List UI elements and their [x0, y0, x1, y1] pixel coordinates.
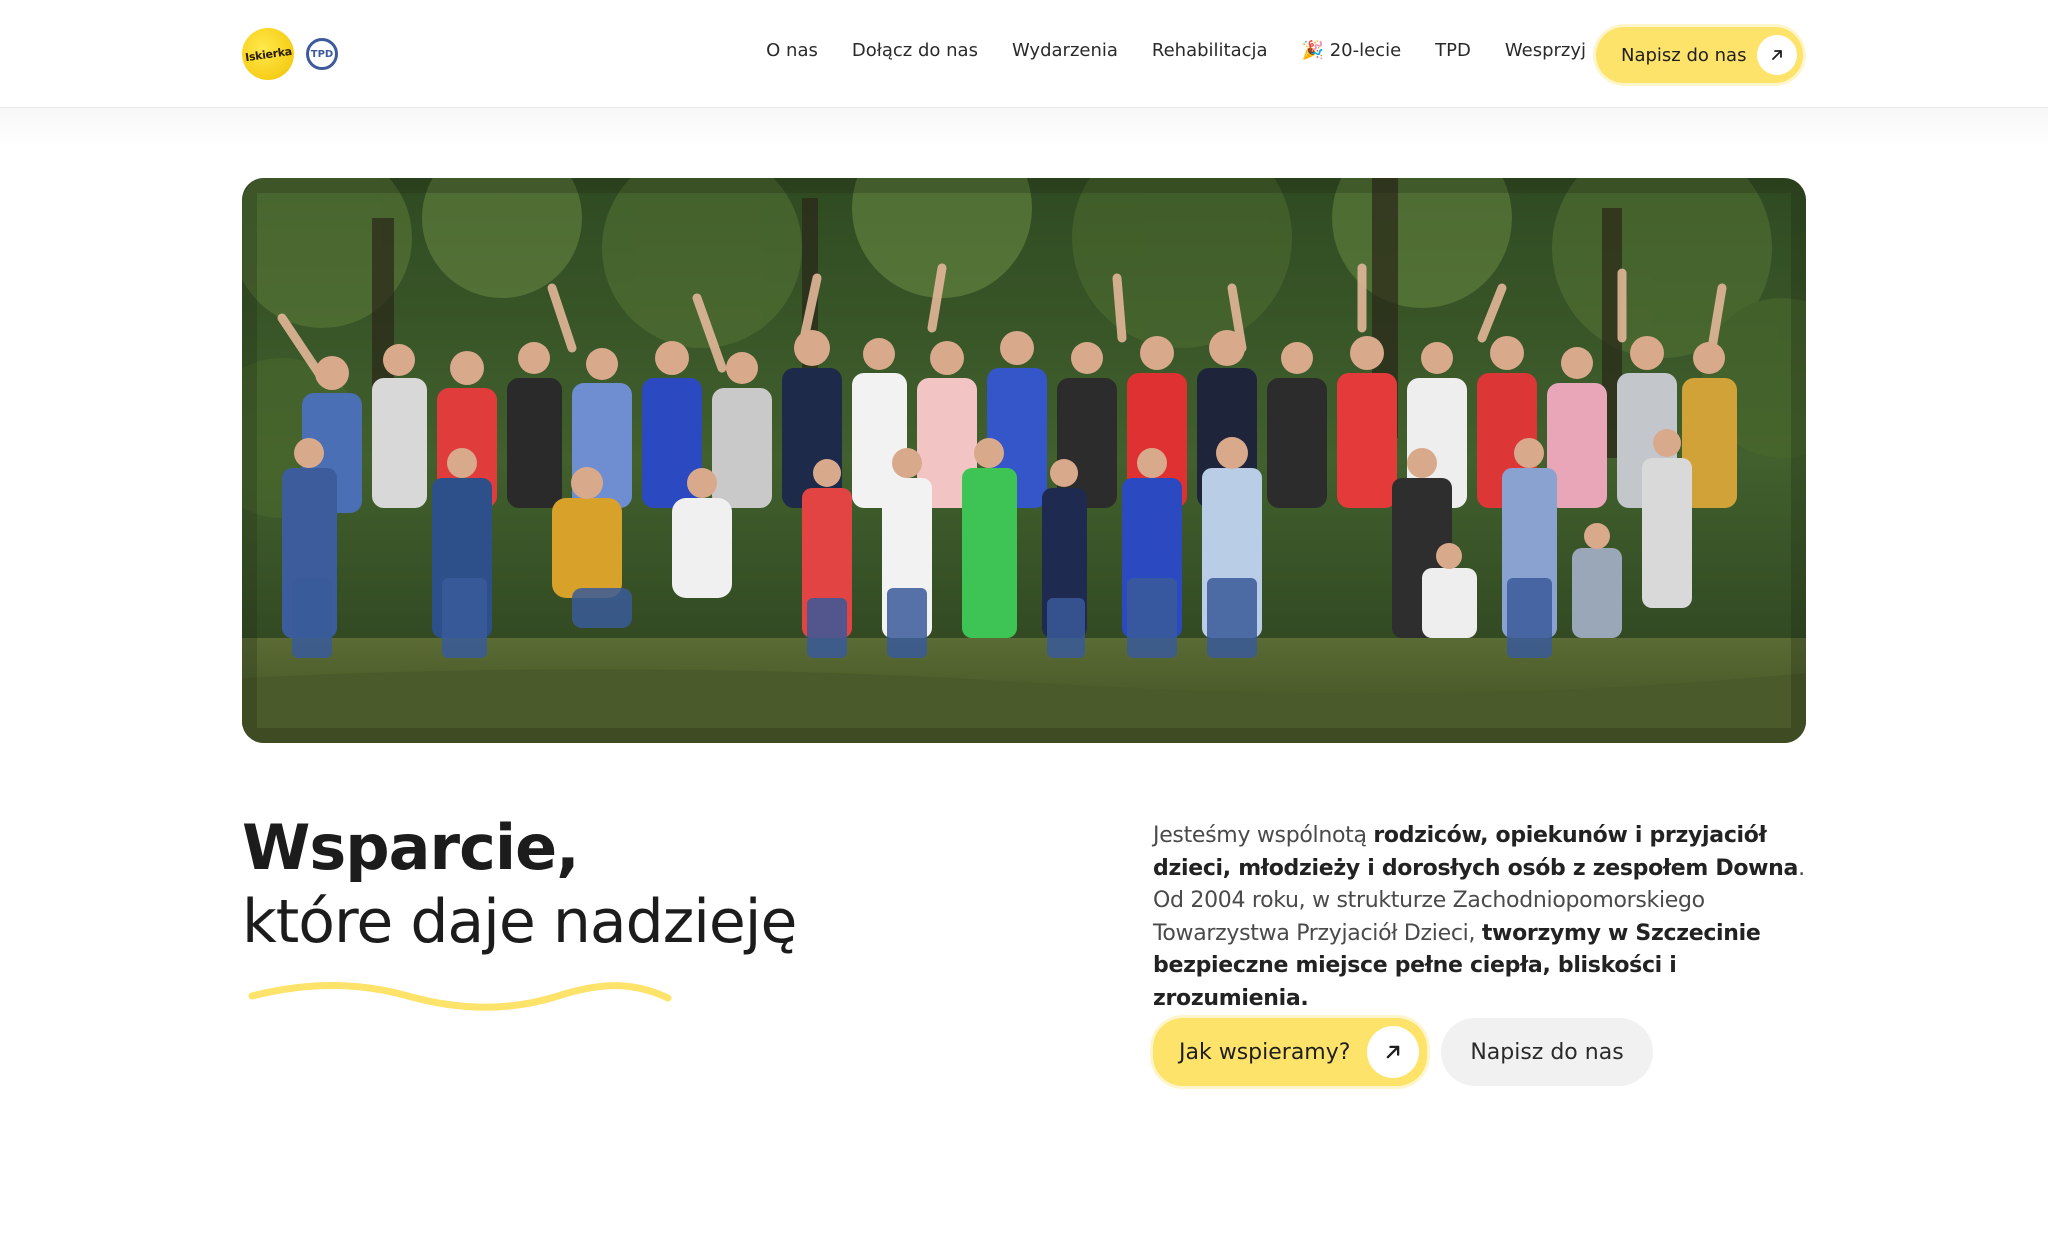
how-we-support-label: Jak wspieramy? — [1179, 1039, 1351, 1065]
tpd-logo-text: TPD — [310, 48, 334, 60]
headline-light: które daje nadzieję — [242, 887, 797, 957]
hero-photo-illustration — [242, 178, 1806, 743]
arrow-up-right-icon — [1367, 1026, 1419, 1078]
nav-item-rehabilitacja[interactable]: Rehabilitacja — [1152, 40, 1268, 61]
header-contact-button[interactable]: Napisz do nas — [1596, 27, 1803, 83]
header-contact-label: Napisz do nas — [1621, 44, 1747, 66]
nav-item-dolacz[interactable]: Dołącz do nas — [852, 40, 978, 61]
cta-row: Jak wspieramy? Napisz do nas — [1153, 1018, 1653, 1086]
site-header: Iskierka TPD O nas Dołącz do nas Wydarze… — [0, 0, 2048, 108]
main-nav: O nas Dołącz do nas Wydarzenia Rehabilit… — [766, 40, 1586, 61]
nav-item-wydarzenia[interactable]: Wydarzenia — [1012, 40, 1118, 61]
nav-item-wesprzyj[interactable]: Wesprzyj — [1505, 40, 1586, 61]
decorative-squiggle — [248, 982, 672, 1011]
logo-text: Iskierka — [243, 44, 293, 64]
arrow-up-right-icon — [1757, 35, 1797, 75]
how-we-support-button[interactable]: Jak wspieramy? — [1153, 1018, 1427, 1086]
nav-item-o-nas[interactable]: O nas — [766, 40, 818, 61]
iskierka-logo[interactable]: Iskierka — [242, 28, 294, 80]
contact-button[interactable]: Napisz do nas — [1441, 1018, 1653, 1086]
intro-description: Jesteśmy wspólnotą rodziców, opiekunów i… — [1153, 820, 1813, 1015]
headline-strong: Wsparcie, — [242, 811, 580, 884]
contact-button-label: Napisz do nas — [1470, 1039, 1624, 1065]
hero-headline: Wsparcie, które daje nadzieję — [242, 810, 797, 958]
hero-group-photo — [242, 178, 1806, 743]
header-shadow — [0, 108, 2048, 148]
logo-group[interactable]: Iskierka TPD — [242, 28, 338, 80]
nav-item-20-lecie[interactable]: 🎉 20-lecie — [1302, 40, 1402, 61]
tpd-logo[interactable]: TPD — [306, 38, 338, 70]
nav-item-tpd[interactable]: TPD — [1435, 40, 1471, 61]
desc-part-1: Jesteśmy wspólnotą — [1153, 823, 1374, 848]
